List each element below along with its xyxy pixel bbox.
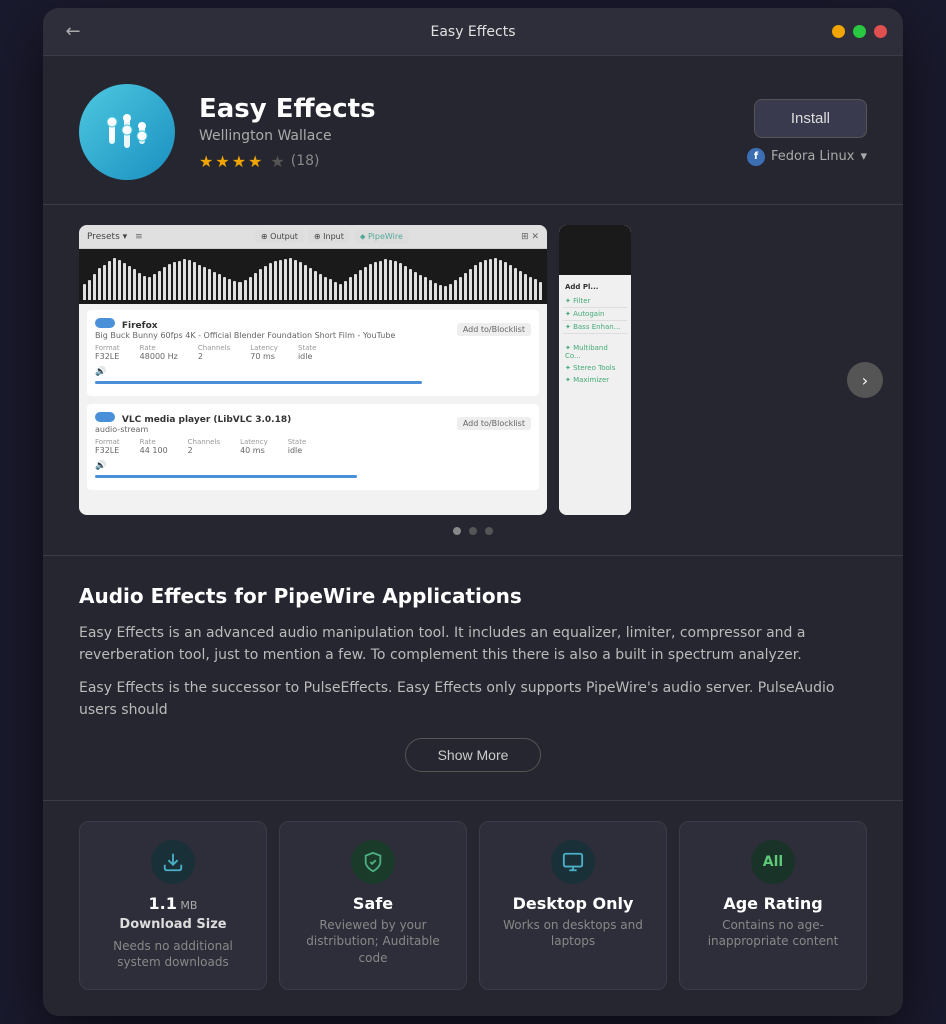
titlebar: ← Easy Effects [43,8,903,56]
platform-label: Fedora Linux [771,149,854,164]
safe-icon [351,840,395,884]
download-size-label: Download Size [92,917,254,932]
next-screenshot-button[interactable]: › [847,362,883,398]
install-button[interactable]: Install [754,99,867,138]
app-developer: Wellington Wallace [199,128,723,144]
minimize-button[interactable] [832,25,845,38]
window-controls [832,25,887,38]
app-info: Easy Effects Wellington Wallace ★★★★ ★ (… [199,94,723,171]
show-more-button[interactable]: Show More [405,738,542,772]
app-window: ← Easy Effects [43,8,903,1016]
dot-3[interactable] [485,527,493,535]
dot-2[interactable] [469,527,477,535]
screenshots-section: Presets ▾ ≡ ⊕ Output ⊕ Input ⬥ PipeWire … [43,205,903,556]
info-cards: 1.1 MB Download Size Needs no additional… [43,801,903,1016]
info-card-age: All Age Rating Contains no age-inappropr… [679,821,867,991]
app-icon [79,84,175,180]
screenshot-main[interactable]: Presets ▾ ≡ ⊕ Output ⊕ Input ⬥ PipeWire … [79,225,547,515]
age-rating-icon: All [751,840,795,884]
platform-selector[interactable]: f Fedora Linux ▾ [747,148,867,166]
fedora-icon: f [747,148,765,166]
description-paragraph-1: Easy Effects is an advanced audio manipu… [79,622,867,667]
app-header: Easy Effects Wellington Wallace ★★★★ ★ (… [43,56,903,205]
age-rating-value: Age Rating [692,894,854,913]
star-empty: ★ [270,152,284,171]
desktop-icon [551,840,595,884]
description-section: Audio Effects for PipeWire Applications … [43,556,903,801]
app-name: Easy Effects [199,94,723,124]
app-rating: ★★★★ ★ (18) [199,152,723,171]
safe-desc: Reviewed by your distribution; Auditable… [292,917,454,967]
dot-1[interactable] [453,527,461,535]
age-rating-desc: Contains no age-inappropriate content [692,917,854,951]
download-size-desc: Needs no additional system downloads [92,938,254,972]
download-icon [151,840,195,884]
safe-value: Safe [292,894,454,913]
info-card-download: 1.1 MB Download Size Needs no additional… [79,821,267,991]
back-button[interactable]: ← [59,18,87,46]
download-size-value: 1.1 MB [92,894,254,913]
screenshot-dots [43,527,903,535]
platform-dropdown-icon: ▾ [860,149,867,164]
app-actions: Install f Fedora Linux ▾ [747,99,867,166]
info-card-desktop: Desktop Only Works on desktops and lapto… [479,821,667,991]
description-paragraph-2: Easy Effects is the successor to PulseEf… [79,677,867,722]
description-title: Audio Effects for PipeWire Applications [79,584,867,608]
maximize-button[interactable] [853,25,866,38]
info-card-safe: Safe Reviewed by your distribution; Audi… [279,821,467,991]
screenshots-container: Presets ▾ ≡ ⊕ Output ⊕ Input ⬥ PipeWire … [43,225,903,515]
close-button[interactable] [874,25,887,38]
window-title: Easy Effects [430,24,515,40]
desktop-value: Desktop Only [492,894,654,913]
content-area: Easy Effects Wellington Wallace ★★★★ ★ (… [43,56,903,1016]
stars-filled: ★★★★ [199,152,264,171]
rating-count: (18) [291,153,320,169]
screenshot-partial-2: Add Pl... ✦ Filter ✦ Autogain ✦ Bass Enh… [559,225,631,515]
desktop-desc: Works on desktops and laptops [492,917,654,951]
